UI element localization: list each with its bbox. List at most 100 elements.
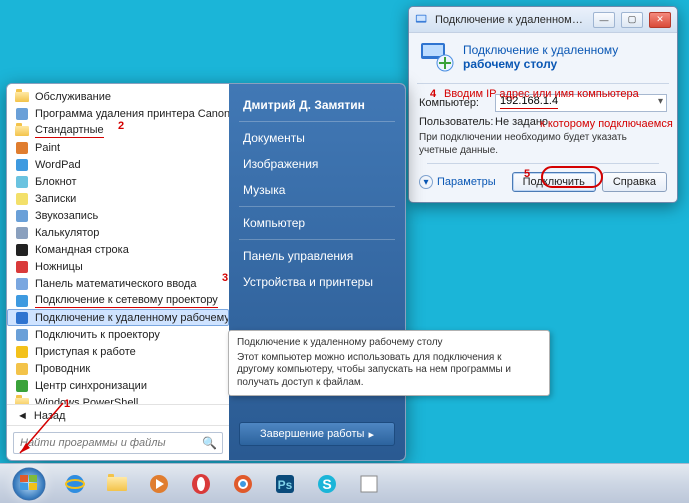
program-item-16[interactable]: Проводник — [7, 360, 229, 377]
taskbar-wmp[interactable] — [140, 468, 178, 500]
program-item-10[interactable]: Ножницы — [7, 258, 229, 275]
rdp-title: Подключение к удаленному рабочему столу — [435, 14, 587, 26]
taskbar-ie[interactable] — [56, 468, 94, 500]
computer-label: Компьютер: — [419, 97, 489, 109]
back-button[interactable]: ◄ Назад — [7, 404, 229, 425]
sync-icon — [15, 379, 29, 393]
program-item-1[interactable]: Программа удаления принтера Canon — [7, 105, 229, 122]
program-label: Ножницы — [35, 261, 83, 273]
program-item-18[interactable]: Windows PowerShell — [7, 394, 229, 404]
program-label: Подключить к проектору — [35, 329, 160, 341]
tooltip-body: Этот компьютер можно использовать для по… — [237, 352, 541, 390]
program-label: Windows PowerShell — [35, 397, 138, 405]
options-toggle[interactable]: ▾ Параметры — [419, 175, 496, 189]
start-menu-right: Дмитрий Д. Замятин ДокументыИзображенияМ… — [229, 84, 405, 460]
program-item-13[interactable]: Подключение к удаленному рабочему сто... — [7, 309, 229, 326]
sticky-icon — [15, 192, 29, 206]
program-label: Записки — [35, 193, 76, 205]
printer-icon — [15, 107, 29, 121]
netproj-icon — [15, 294, 29, 308]
programs-list[interactable]: Обслуживание Программа удаления принтера … — [7, 84, 229, 404]
rdp-header-line2: рабочему столу — [463, 57, 557, 71]
folder-icon — [15, 90, 29, 104]
rdp-header: Подключение к удаленному рабочему столу — [409, 33, 677, 83]
right-item-2[interactable]: Музыка — [229, 177, 405, 203]
desktop: Подключение к удаленному рабочему столу … — [0, 0, 689, 503]
program-item-12[interactable]: Подключение к сетевому проектору — [7, 292, 229, 309]
start-icon — [15, 345, 29, 359]
help-button[interactable]: Справка — [602, 172, 667, 192]
rdp-footer: ▾ Параметры Подключить Справка — [409, 172, 677, 202]
program-item-14[interactable]: Подключить к проектору — [7, 326, 229, 343]
back-arrow-icon: ◄ — [17, 410, 28, 422]
program-item-17[interactable]: Центр синхронизации — [7, 377, 229, 394]
notepad-icon — [15, 175, 29, 189]
tooltip: Подключение к удаленному рабочему столу … — [228, 330, 550, 396]
program-label: Обслуживание — [35, 91, 111, 103]
rdp-body: Компьютер: 192.168.1.4 Пользователь: Не … — [409, 84, 677, 172]
math-icon — [15, 277, 29, 291]
snip-icon — [15, 260, 29, 274]
rdp-titlebar[interactable]: Подключение к удаленному рабочему столу … — [409, 7, 677, 33]
user-value: Не задано — [495, 116, 548, 128]
program-item-6[interactable]: Записки — [7, 190, 229, 207]
program-label: Проводник — [35, 363, 90, 375]
start-menu: Обслуживание Программа удаления принтера … — [6, 83, 406, 461]
taskbar-opera[interactable] — [182, 468, 220, 500]
folder-icon — [15, 124, 29, 138]
program-item-11[interactable]: Панель математического ввода — [7, 275, 229, 292]
program-item-4[interactable]: WordPad — [7, 156, 229, 173]
search-input[interactable] — [13, 432, 223, 454]
options-label: Параметры — [437, 176, 496, 188]
paint-icon — [15, 141, 29, 155]
rdp-header-icon — [419, 39, 455, 75]
computer-combo[interactable]: 192.168.1.4 — [495, 94, 667, 112]
right-item-0[interactable]: Документы — [229, 125, 405, 151]
cmd-icon — [15, 243, 29, 257]
program-item-7[interactable]: Звукозапись — [7, 207, 229, 224]
proj-icon — [15, 328, 29, 342]
start-button[interactable] — [4, 465, 54, 503]
svg-text:S: S — [322, 476, 331, 492]
right-item-3[interactable]: Компьютер — [229, 210, 405, 236]
shutdown-button[interactable]: Завершение работы ▸ — [239, 422, 395, 446]
right-item-4[interactable]: Панель управления — [229, 243, 405, 269]
program-item-3[interactable]: Paint — [7, 139, 229, 156]
program-label: Paint — [35, 142, 60, 154]
program-label: Звукозапись — [35, 210, 98, 222]
rdp-header-text: Подключение к удаленному рабочему столу — [463, 43, 618, 72]
wordpad-icon — [15, 158, 29, 172]
connect-button[interactable]: Подключить — [512, 172, 596, 192]
program-label: Подключение к удаленному рабочему сто... — [35, 312, 229, 324]
sound-icon — [15, 209, 29, 223]
taskbar: Ps S — [0, 463, 689, 503]
program-item-9[interactable]: Командная строка — [7, 241, 229, 258]
shutdown-label: Завершение работы — [260, 428, 364, 440]
search-icon: 🔍 — [202, 436, 217, 450]
program-label: Стандартные — [35, 124, 104, 138]
tooltip-title: Подключение к удаленному рабочему столу — [237, 337, 541, 350]
svg-text:Ps: Ps — [278, 478, 293, 492]
taskbar-app-blue[interactable]: Ps — [266, 468, 304, 500]
right-item-1[interactable]: Изображения — [229, 151, 405, 177]
program-item-0[interactable]: Обслуживание — [7, 88, 229, 105]
program-item-5[interactable]: Блокнот — [7, 173, 229, 190]
taskbar-notes[interactable] — [350, 468, 388, 500]
taskbar-explorer[interactable] — [98, 468, 136, 500]
maximize-button[interactable]: ▢ — [621, 12, 643, 28]
right-item-5[interactable]: Устройства и принтеры — [229, 269, 405, 295]
taskbar-skype[interactable]: S — [308, 468, 346, 500]
program-item-15[interactable]: Приступая к работе — [7, 343, 229, 360]
user-name[interactable]: Дмитрий Д. Замятин — [229, 92, 405, 118]
chevron-right-icon: ▸ — [368, 428, 374, 441]
program-item-2[interactable]: Стандартные — [7, 122, 229, 139]
computer-value: 192.168.1.4 — [500, 95, 558, 109]
program-item-8[interactable]: Калькулятор — [7, 224, 229, 241]
program-label: Центр синхронизации — [35, 380, 147, 392]
taskbar-chrome[interactable] — [224, 468, 262, 500]
program-label: Блокнот — [35, 176, 77, 188]
program-label: Программа удаления принтера Canon — [35, 108, 229, 120]
close-button[interactable]: ✕ — [649, 12, 671, 28]
rdp-dialog: Подключение к удаленному рабочему столу … — [408, 6, 678, 203]
minimize-button[interactable]: — — [593, 12, 615, 28]
